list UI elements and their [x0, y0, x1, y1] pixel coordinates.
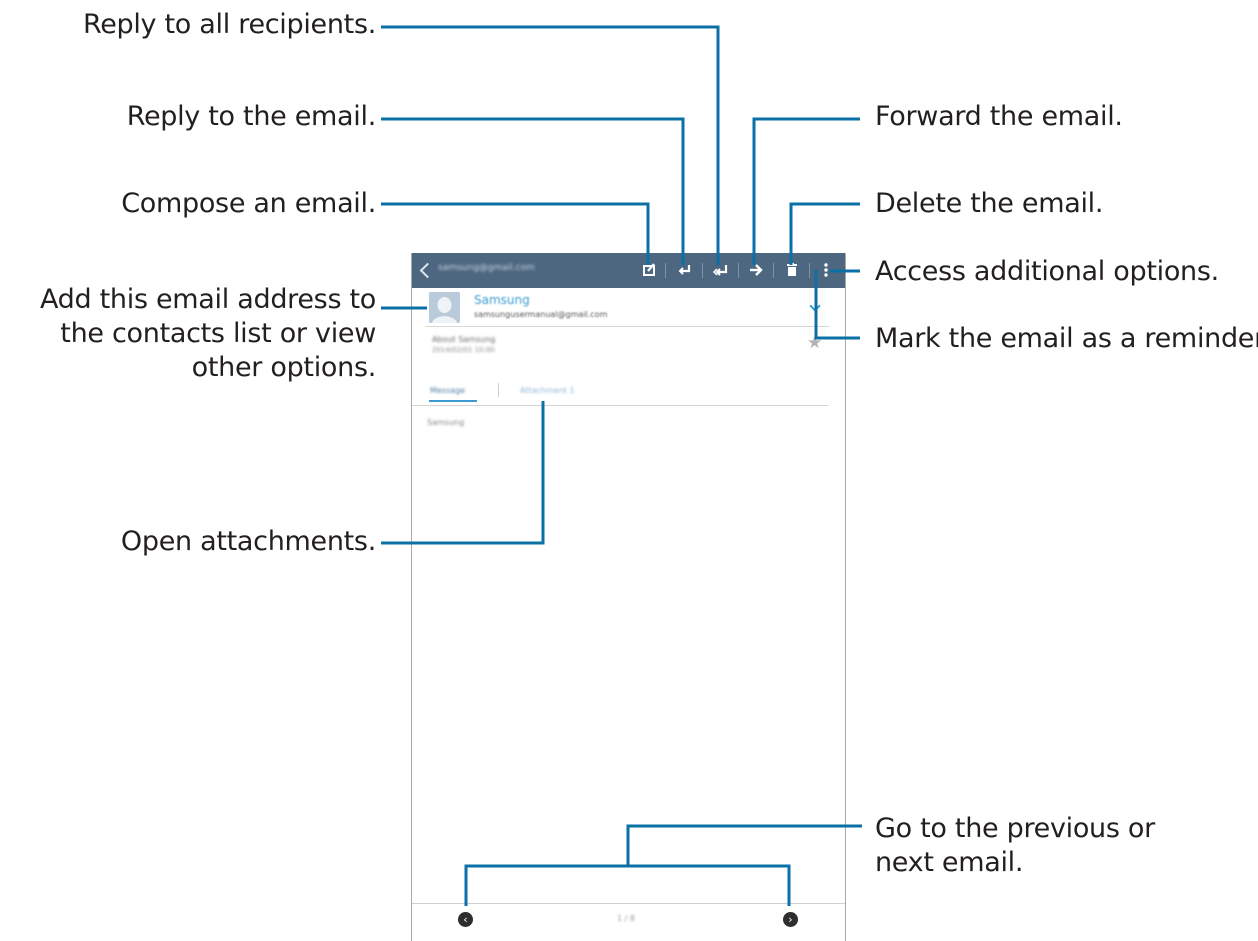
- callout-line-reply-all: [381, 25, 720, 265]
- callout-line-reminder: [814, 270, 860, 340]
- callout-line-prev-next: [626, 824, 862, 866]
- callout-line-forward: [752, 117, 860, 265]
- callout-line-delete: [789, 202, 860, 265]
- callout-line-prev-next-bracket: [464, 864, 791, 906]
- callout-lines: [381, 25, 862, 906]
- callout-line-reply: [381, 117, 685, 265]
- callout-line-open-attachments: [381, 401, 545, 545]
- callout-line-compose: [381, 202, 650, 265]
